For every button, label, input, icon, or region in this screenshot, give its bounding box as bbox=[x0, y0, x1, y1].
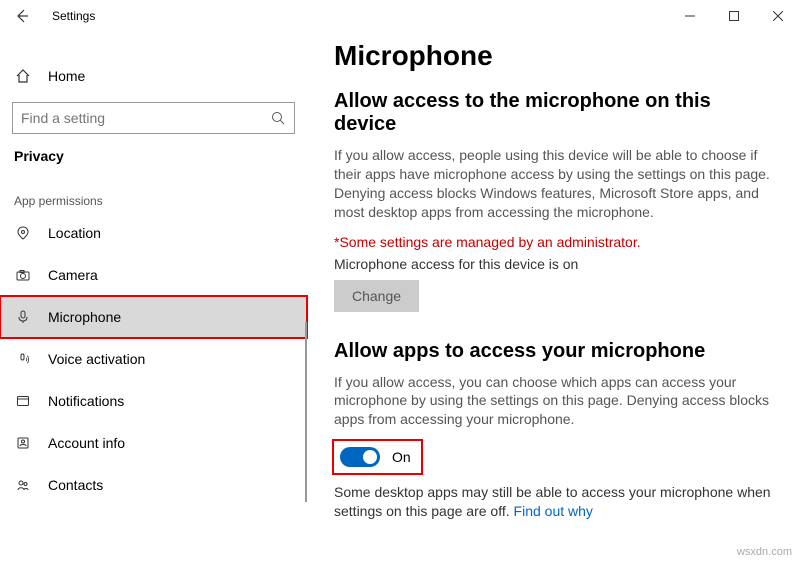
section2-head: Allow apps to access your microphone bbox=[334, 340, 774, 363]
search-icon bbox=[270, 111, 286, 125]
toggle-label: On bbox=[392, 449, 411, 465]
find-out-why-link[interactable]: Find out why bbox=[514, 503, 593, 519]
close-button[interactable] bbox=[756, 0, 800, 32]
watermark: wsxdn.com bbox=[737, 546, 792, 558]
sidebar-item-label: Location bbox=[48, 225, 101, 241]
home-label: Home bbox=[48, 68, 85, 84]
camera-icon bbox=[14, 268, 32, 282]
contacts-icon bbox=[14, 478, 32, 492]
sidebar-item-label: Microphone bbox=[48, 309, 121, 325]
home-icon bbox=[14, 68, 32, 84]
sidebar-item-label: Voice activation bbox=[48, 351, 145, 367]
page-title: Microphone bbox=[334, 40, 774, 72]
microphone-icon bbox=[14, 310, 32, 324]
maximize-button[interactable] bbox=[712, 0, 756, 32]
search-input[interactable] bbox=[21, 110, 270, 126]
sidebar-item-microphone[interactable]: Microphone bbox=[0, 296, 307, 338]
sidebar-item-label: Camera bbox=[48, 267, 98, 283]
group-privacy: Privacy bbox=[0, 134, 307, 168]
apps-access-toggle[interactable] bbox=[340, 447, 380, 467]
back-button[interactable] bbox=[14, 8, 34, 24]
sidebar-item-camera[interactable]: Camera bbox=[0, 254, 307, 296]
sidebar-item-location[interactable]: Location bbox=[0, 212, 307, 254]
sidebar-item-label: Account info bbox=[48, 435, 125, 451]
sidebar-item-contacts[interactable]: Contacts bbox=[0, 464, 307, 506]
section2-footer: Some desktop apps may still be able to a… bbox=[334, 483, 774, 521]
home-nav[interactable]: Home bbox=[0, 58, 307, 94]
search-input-container[interactable] bbox=[12, 102, 295, 134]
section1-body: If you allow access, people using this d… bbox=[334, 146, 774, 222]
sidebar-item-notifications[interactable]: Notifications bbox=[0, 380, 307, 422]
sidebar-item-label: Notifications bbox=[48, 393, 124, 409]
voice-icon bbox=[14, 352, 32, 366]
minimize-button[interactable] bbox=[668, 0, 712, 32]
sidebar-item-voice-activation[interactable]: Voice activation bbox=[0, 338, 307, 380]
content: Microphone Allow access to the microphon… bbox=[308, 32, 800, 562]
section2-body: If you allow access, you can choose whic… bbox=[334, 373, 774, 430]
apps-toggle-row: On bbox=[334, 441, 421, 473]
location-icon bbox=[14, 226, 32, 240]
section-app-permissions: App permissions bbox=[0, 168, 307, 212]
notifications-icon bbox=[14, 394, 32, 408]
sidebar-item-account-info[interactable]: Account info bbox=[0, 422, 307, 464]
section1-head: Allow access to the microphone on this d… bbox=[334, 90, 774, 136]
window-title: Settings bbox=[52, 9, 95, 23]
device-access-status: Microphone access for this device is on bbox=[334, 256, 774, 272]
sidebar-item-label: Contacts bbox=[48, 477, 103, 493]
admin-warning: *Some settings are managed by an adminis… bbox=[334, 234, 774, 250]
sidebar: Home Privacy App permissions Location Ca… bbox=[0, 32, 308, 562]
account-icon bbox=[14, 436, 32, 450]
change-button[interactable]: Change bbox=[334, 280, 419, 312]
